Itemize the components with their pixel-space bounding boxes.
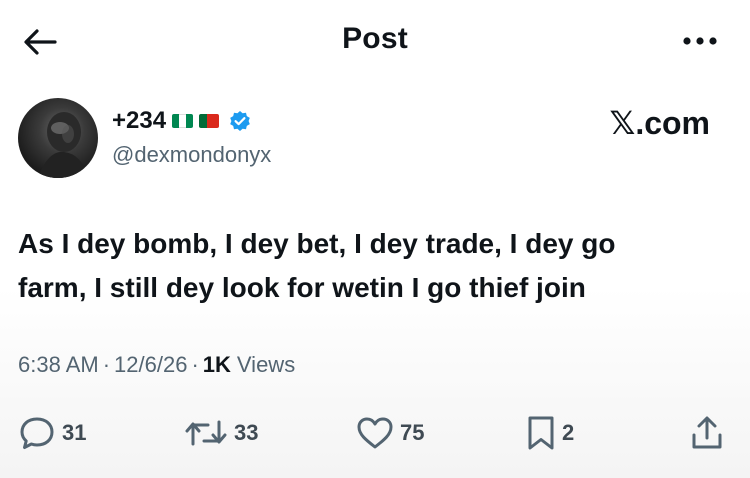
page-title: Post: [342, 22, 408, 55]
views-count[interactable]: 1K: [203, 352, 231, 378]
x-com-watermark: 𝕏.com: [609, 105, 710, 141]
like-count: 75: [400, 420, 425, 445]
post-screen: Post +234 @dexmondonyx 𝕏.com As I dey bo…: [0, 0, 750, 478]
display-name-row: +234: [112, 106, 251, 136]
reply-icon: [20, 417, 54, 449]
bookmark-button[interactable]: 2: [526, 408, 574, 458]
portugal-flag-icon: [199, 114, 220, 128]
share-icon: [692, 416, 722, 449]
repost-count: 33: [234, 420, 259, 445]
avatar[interactable]: [18, 98, 98, 178]
avatar-image: [38, 112, 88, 178]
display-name[interactable]: +234: [112, 107, 166, 135]
views-label: Views: [236, 352, 296, 377]
more-options-button[interactable]: [680, 26, 720, 56]
nigeria-flag-icon: [172, 114, 194, 128]
repost-button[interactable]: 33: [184, 408, 258, 458]
heart-icon: [357, 417, 393, 449]
post-time: 6:38 AM: [18, 352, 99, 377]
post-meta: 6:38 AM · 12/6/26 · 1K Views: [18, 352, 295, 378]
verified-badge-icon: [229, 110, 251, 132]
like-button[interactable]: 75: [356, 408, 424, 458]
post-text-line-1: As I dey bomb, I dey bet, I dey trade, I…: [18, 228, 616, 259]
meta-separator: ·: [191, 352, 199, 377]
more-horizontal-icon: [683, 37, 717, 45]
reply-button[interactable]: 31: [20, 408, 86, 458]
bookmark-count: 2: [562, 420, 575, 445]
top-bar: Post: [0, 0, 750, 82]
share-button[interactable]: [690, 408, 724, 458]
username-handle[interactable]: @dexmondonyx: [112, 142, 271, 168]
bookmark-icon: [528, 416, 554, 450]
reply-count: 31: [62, 420, 87, 445]
action-bar: 31 33 75 2: [0, 408, 750, 458]
post-text-line-2: farm, I still dey look for wetin I go th…: [18, 272, 586, 303]
post-text: As I dey bomb, I dey bet, I dey trade, I…: [18, 222, 718, 310]
repost-icon: [185, 420, 227, 446]
post-date: 12/6/26: [114, 352, 188, 377]
meta-separator: ·: [102, 352, 111, 377]
